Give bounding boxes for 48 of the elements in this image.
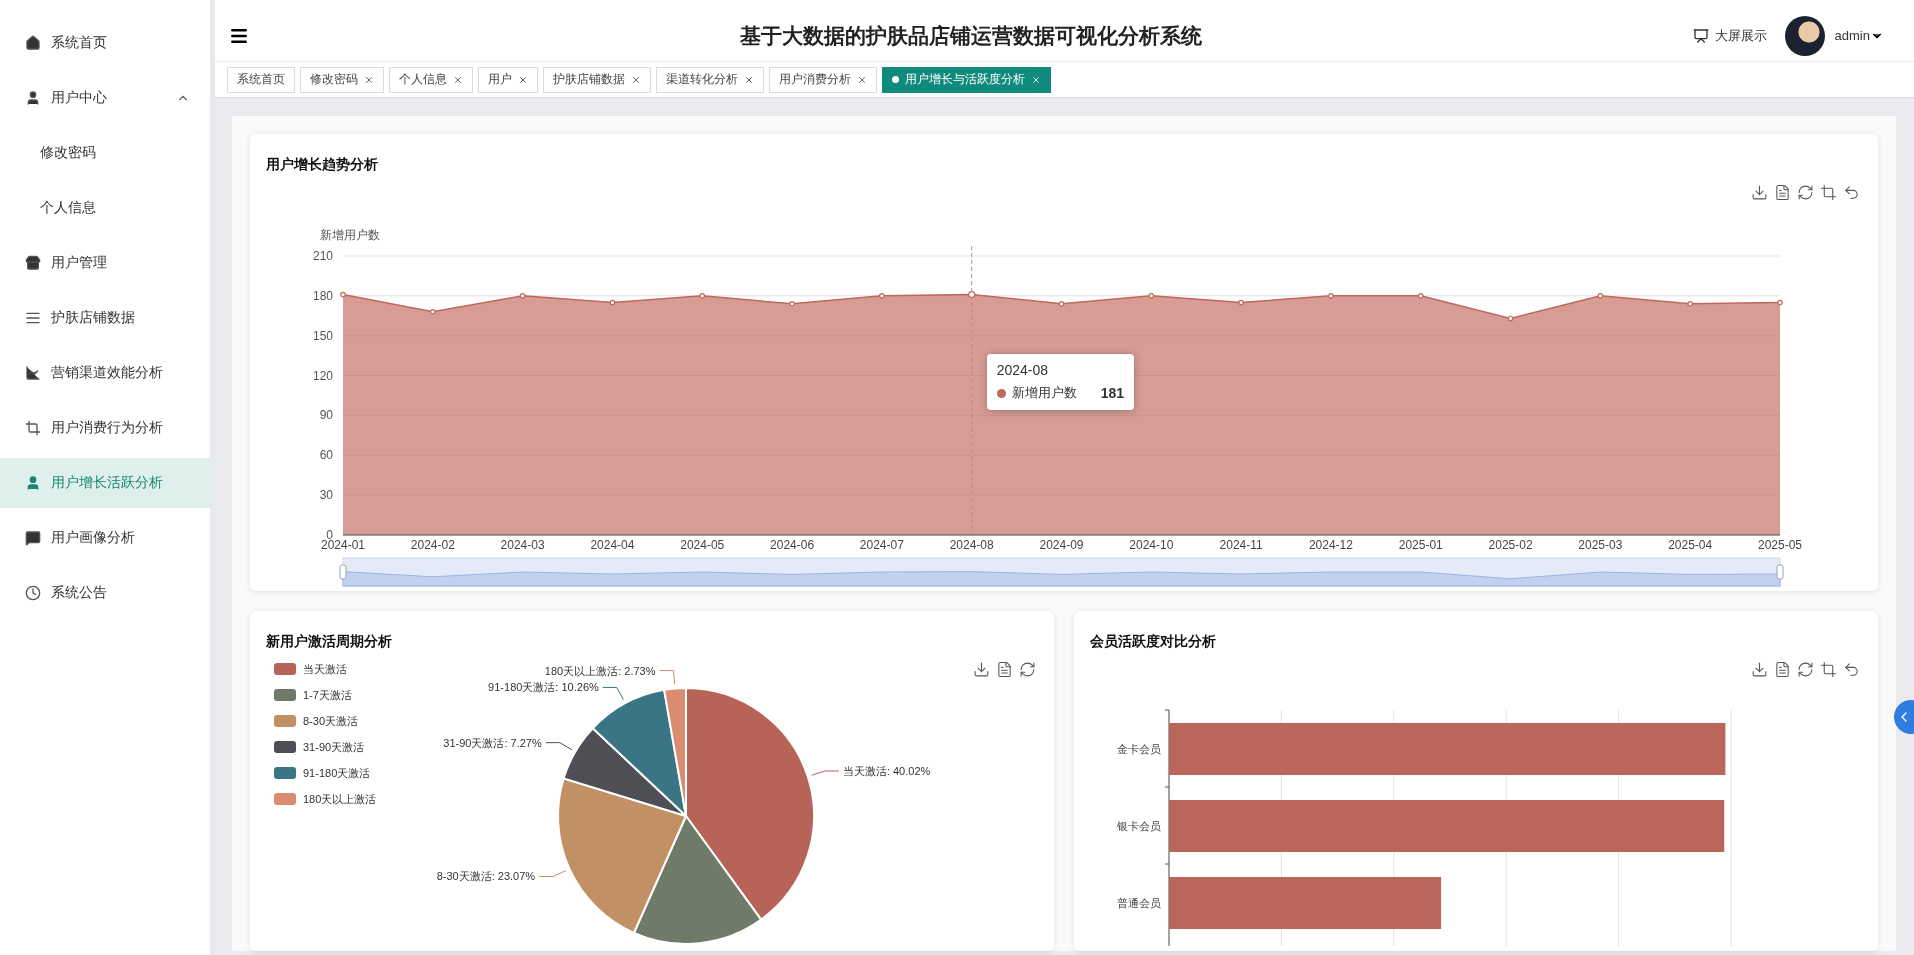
tab-label: 用户 bbox=[488, 71, 512, 88]
tab-label: 渠道转化分析 bbox=[666, 71, 738, 88]
axis-tick-label: 银卡会员 bbox=[1117, 820, 1161, 832]
axis-tick-label: 2024-11 bbox=[1219, 538, 1263, 552]
axis-tick-label: 2025-04 bbox=[1668, 538, 1713, 552]
tab-label: 修改密码 bbox=[310, 71, 358, 88]
slice-label: 91-180天激活: 10.26% bbox=[488, 681, 599, 694]
axis-tick-label: 2025-02 bbox=[1488, 538, 1533, 552]
tooltip-label: 新增用户数 bbox=[1011, 384, 1077, 402]
axis-tick-label: 150 bbox=[312, 328, 333, 343]
axis-tick-label: 2025-01 bbox=[1398, 538, 1443, 552]
axis-tick-label: 2024-02 bbox=[410, 538, 455, 552]
tooltip-value: 181 bbox=[1100, 385, 1125, 401]
page-title: 基于大数据的护肤品店铺运营数据可视化分析系统 bbox=[738, 22, 1203, 49]
tab-label: 用户消费分析 bbox=[779, 71, 851, 88]
card-title: 用户增长趋势分析 bbox=[265, 155, 379, 174]
slice-label: 31-90天激活: 7.27% bbox=[443, 736, 542, 749]
slice-label: 180天以上激活: 2.73% bbox=[544, 664, 656, 677]
card-title: 会员活跃度对比分析 bbox=[1089, 632, 1217, 651]
axis-tick-label: 120 bbox=[312, 368, 333, 383]
axis-tick-label: 2024-06 bbox=[770, 538, 815, 552]
axis-tick-label: 2025-05 bbox=[1758, 538, 1802, 552]
axis-tick-label: 2024-08 bbox=[949, 538, 994, 552]
axis-tick-label: 2025-03 bbox=[1578, 538, 1623, 552]
axis-tick-label: 2024-03 bbox=[500, 538, 545, 552]
tab-label: 护肤店铺数据 bbox=[553, 71, 625, 88]
link-text: 大屏展示 bbox=[1714, 26, 1767, 45]
axis-tick-label: 60 bbox=[319, 448, 333, 463]
axis-tick-label: 普通会员 bbox=[1117, 897, 1161, 909]
axis-tick-label: 2024-12 bbox=[1308, 538, 1353, 552]
axis-tick-label: 210 bbox=[312, 249, 333, 263]
axis-tick-label: 金卡会员 bbox=[1117, 743, 1161, 755]
axis-tick-label: 2024-04 bbox=[590, 538, 635, 552]
tab-label: 用户增长与活跃度分析 bbox=[905, 71, 1025, 88]
axis-tick-label: 2024-10 bbox=[1129, 538, 1174, 552]
tab-label: 系统首页 bbox=[237, 71, 285, 88]
card-title: 新用户激活周期分析 bbox=[265, 632, 393, 651]
slice-label: 8-30天激活: 23.07% bbox=[436, 870, 536, 883]
axis-tick-label: 180 bbox=[312, 288, 333, 303]
axis-tick-label: 30 bbox=[319, 488, 333, 503]
axis-tick-label: 2024-07 bbox=[859, 538, 904, 552]
axis-tick-label: 2024-05 bbox=[680, 538, 725, 552]
axis-tick-label: 2024-09 bbox=[1039, 538, 1084, 552]
tooltip-title: 2024-08 bbox=[996, 362, 1050, 378]
axis-tick-label: 90 bbox=[319, 408, 333, 423]
tab-label: 个人信息 bbox=[399, 71, 447, 88]
slice-label: 当天激活: 40.02% bbox=[842, 764, 931, 777]
axis-title: 新增用户数 bbox=[320, 228, 380, 242]
